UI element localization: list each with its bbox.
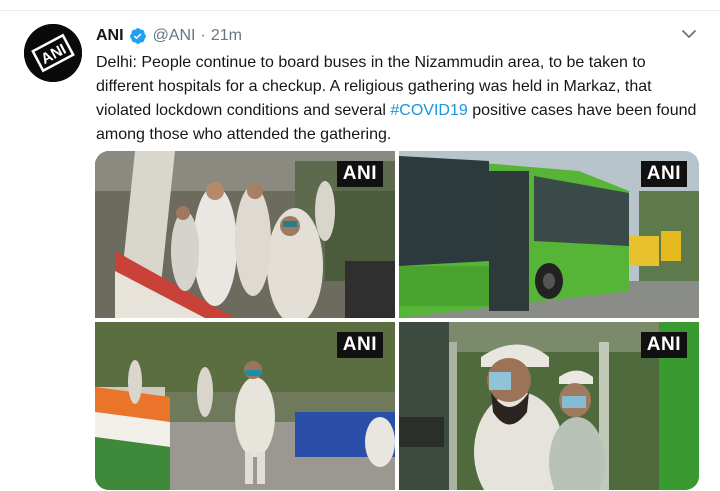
media-grid: ANI ANI ANI ANI xyxy=(95,151,699,490)
timestamp[interactable]: 21m xyxy=(211,27,242,45)
author-name[interactable]: ANI xyxy=(96,27,124,45)
photo-1[interactable]: ANI xyxy=(95,151,395,318)
author-handle[interactable]: @ANI xyxy=(153,27,196,45)
ani-watermark: ANI xyxy=(640,332,687,358)
ani-watermark: ANI xyxy=(336,161,383,187)
hashtag-link[interactable]: #COVID19 xyxy=(390,102,467,119)
avatar[interactable]: ANI xyxy=(24,24,82,82)
photo-2[interactable]: ANI xyxy=(399,151,699,318)
ani-watermark: ANI xyxy=(640,161,687,187)
ani-watermark: ANI xyxy=(336,332,383,358)
ani-logo: ANI xyxy=(24,24,82,82)
photo-3[interactable]: ANI xyxy=(95,322,395,490)
tweet-text: Delhi: People continue to board buses in… xyxy=(96,51,702,147)
tweet-header: ANI @ANI · 21m xyxy=(96,26,242,46)
photo-4[interactable]: ANI xyxy=(399,322,699,490)
chevron-down-icon[interactable] xyxy=(679,24,699,44)
verified-badge-icon xyxy=(129,28,146,44)
separator-dot: · xyxy=(200,27,206,44)
tweet-card[interactable]: ANI ANI @ANI · 21m Delhi: People continu… xyxy=(0,0,720,491)
